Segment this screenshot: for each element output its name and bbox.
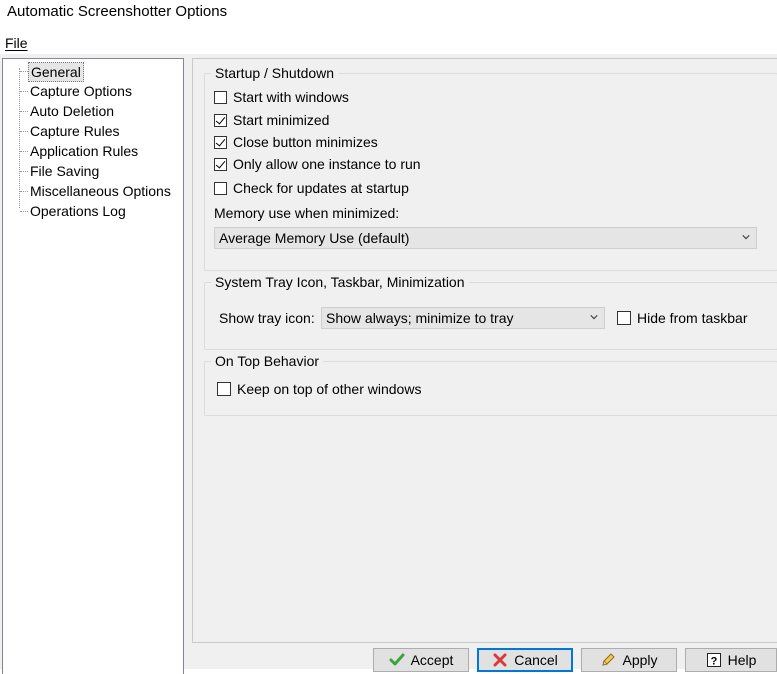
tree-item-auto-deletion[interactable]: Auto Deletion <box>28 101 116 121</box>
tree-item-file-saving[interactable]: File Saving <box>28 161 101 181</box>
tree-connector <box>20 151 28 152</box>
memory-use-value: Average Memory Use (default) <box>219 230 410 246</box>
start-with-windows-label: Start with windows <box>233 89 349 105</box>
window-title: Automatic Screenshotter Options <box>7 3 228 20</box>
accept-button[interactable]: Accept <box>373 648 469 672</box>
svg-text:?: ? <box>710 656 717 668</box>
chevron-down-icon <box>590 315 598 320</box>
chevron-down-icon <box>742 235 750 240</box>
single-instance-label: Only allow one instance to run <box>233 156 421 172</box>
single-instance-checkbox[interactable] <box>214 157 227 171</box>
keep-on-top-checkbox[interactable] <box>217 382 231 396</box>
tree-connector <box>20 111 28 112</box>
menu-file[interactable]: File <box>5 35 28 51</box>
tree-item-capture-rules[interactable]: Capture Rules <box>28 121 122 141</box>
check-updates-row[interactable]: Check for updates at startup <box>214 178 409 198</box>
check-updates-checkbox[interactable] <box>214 181 227 195</box>
tree-item-operations-log[interactable]: Operations Log <box>28 201 128 221</box>
hide-from-taskbar-checkbox[interactable] <box>617 311 631 325</box>
check-updates-label: Check for updates at startup <box>233 180 409 196</box>
show-tray-icon-value: Show always; minimize to tray <box>326 310 514 326</box>
startup-shutdown-group: Startup / Shutdown Start with windows St… <box>204 65 777 271</box>
accept-button-label: Accept <box>410 652 454 668</box>
apply-button-label: Apply <box>622 652 658 668</box>
tree-item-general[interactable]: General <box>28 62 84 82</box>
hide-from-taskbar-label: Hide from taskbar <box>637 310 748 326</box>
memory-use-dropdown[interactable]: Average Memory Use (default) <box>214 227 757 249</box>
close-button-minimizes-label: Close button minimizes <box>233 134 378 150</box>
start-minimized-row[interactable]: Start minimized <box>214 110 329 130</box>
green-check-icon <box>389 653 405 666</box>
start-minimized-label: Start minimized <box>233 112 330 128</box>
dialog-client-area: General Capture Options Auto Deletion Ca… <box>0 54 777 674</box>
help-button-label: Help <box>727 652 757 668</box>
red-x-icon <box>493 653 507 667</box>
tree-connector <box>20 211 28 212</box>
title-bar: Automatic Screenshotter Options <box>0 0 777 30</box>
tree-connector <box>20 91 28 92</box>
close-button-minimizes-row[interactable]: Close button minimizes <box>214 132 378 152</box>
general-options-panel: Startup / Shutdown Start with windows St… <box>192 58 777 643</box>
system-tray-group: System Tray Icon, Taskbar, Minimization … <box>204 274 777 350</box>
close-button-minimizes-checkbox[interactable] <box>214 135 227 149</box>
start-minimized-checkbox[interactable] <box>214 113 227 127</box>
apply-button[interactable]: Apply <box>581 648 677 672</box>
menu-bar: File <box>0 32 777 54</box>
tree-connector <box>20 71 28 72</box>
start-with-windows-row[interactable]: Start with windows <box>214 87 349 107</box>
on-top-group-title: On Top Behavior <box>211 353 324 369</box>
help-button[interactable]: ? Help <box>685 648 777 672</box>
pencil-icon <box>602 653 616 666</box>
keep-on-top-label: Keep on top of other windows <box>237 381 422 397</box>
tree-connector-line <box>19 68 20 208</box>
options-tree[interactable]: General Capture Options Auto Deletion Ca… <box>2 58 184 674</box>
tree-connector <box>20 171 28 172</box>
cancel-button[interactable]: Cancel <box>477 648 573 672</box>
tree-item-capture-options[interactable]: Capture Options <box>28 81 134 101</box>
tree-connector <box>20 191 28 192</box>
cancel-button-label: Cancel <box>514 652 558 668</box>
on-top-behavior-group: On Top Behavior Keep on top of other win… <box>204 353 777 416</box>
show-tray-icon-label: Show tray icon: <box>219 310 315 326</box>
startup-group-title: Startup / Shutdown <box>211 65 339 81</box>
single-instance-row[interactable]: Only allow one instance to run <box>214 154 421 174</box>
show-tray-icon-dropdown[interactable]: Show always; minimize to tray <box>321 307 605 329</box>
tree-item-application-rules[interactable]: Application Rules <box>28 141 140 161</box>
tree-item-miscellaneous-options[interactable]: Miscellaneous Options <box>28 181 173 201</box>
tree-connector <box>20 131 28 132</box>
hide-from-taskbar-row[interactable]: Hide from taskbar <box>617 308 747 328</box>
start-with-windows-checkbox[interactable] <box>214 90 227 104</box>
question-mark-icon: ? <box>706 653 721 668</box>
system-tray-group-title: System Tray Icon, Taskbar, Minimization <box>211 274 469 290</box>
keep-on-top-row[interactable]: Keep on top of other windows <box>217 379 421 399</box>
memory-use-label: Memory use when minimized: <box>214 205 400 221</box>
